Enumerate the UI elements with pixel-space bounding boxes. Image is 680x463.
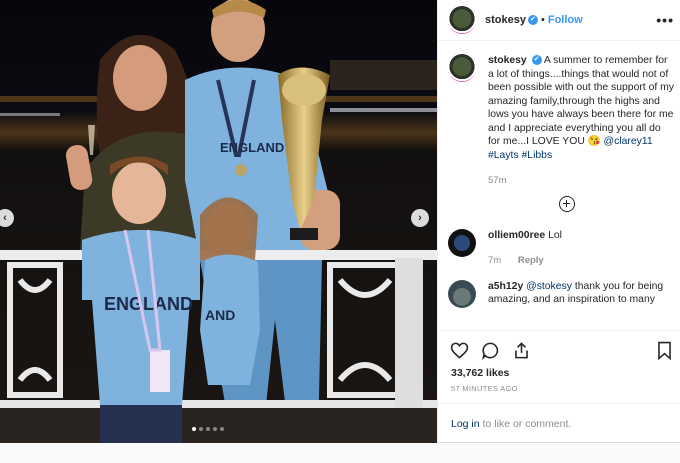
- post-actions: 33,762 likes 57 MINUTES AGO Log in to li…: [438, 330, 680, 443]
- caption-body: stokesy ✔ A summer to remember for a lot…: [488, 54, 674, 188]
- bookmark-icon[interactable]: [656, 341, 673, 360]
- login-prompt-text: to like or comment.: [482, 418, 572, 430]
- action-icons: [450, 341, 531, 360]
- share-icon[interactable]: [512, 341, 531, 360]
- login-link[interactable]: Log in: [451, 418, 480, 430]
- login-prompt: Log in to like or comment.: [438, 403, 680, 444]
- carousel-dot: [192, 427, 196, 431]
- instagram-post: ENGLAND ENGLAND AND ‹ › stokesy ✔ • Foll…: [0, 0, 680, 443]
- heart-icon[interactable]: [450, 341, 469, 360]
- carousel-dot: [199, 427, 203, 431]
- author-username[interactable]: stokesy: [485, 14, 526, 26]
- caption-timestamp: 57m: [488, 174, 674, 188]
- caption-hashtag-libbs[interactable]: #Libbs: [522, 150, 553, 161]
- caption-username[interactable]: stokesy: [488, 55, 527, 66]
- svg-text:ENGLAND: ENGLAND: [104, 294, 193, 314]
- caption-hashtag-layts[interactable]: #Layts: [488, 150, 519, 161]
- verified-badge-icon: ✔: [531, 55, 542, 66]
- follow-button[interactable]: Follow: [548, 14, 583, 26]
- carousel-indicator: [192, 427, 224, 431]
- photo-illustration: ENGLAND ENGLAND AND: [0, 0, 437, 443]
- comment-text: Lol: [548, 229, 562, 241]
- chevron-right-icon: ›: [418, 212, 422, 224]
- likes-count[interactable]: 33,762 likes: [451, 367, 509, 379]
- comment-username[interactable]: olliem00ree: [488, 230, 545, 241]
- carousel-dot: [220, 427, 224, 431]
- comment-time: 7m: [488, 255, 502, 266]
- reply-button[interactable]: Reply: [518, 255, 544, 266]
- comment-avatar[interactable]: [448, 228, 476, 257]
- comments-list: stokesy ✔ A summer to remember for a lot…: [448, 54, 674, 330]
- comment-username[interactable]: a5h12y: [488, 281, 523, 292]
- comment-icon[interactable]: [481, 341, 500, 360]
- carousel-dot: [206, 427, 210, 431]
- verified-badge-icon: ✔: [527, 15, 538, 25]
- chevron-left-icon: ‹: [3, 212, 7, 224]
- comment-item: a5h12y @stokesy thank you for being amaz…: [448, 279, 674, 308]
- comment-body: a5h12y @stokesy thank you for being amaz…: [488, 280, 674, 308]
- avatar[interactable]: [448, 6, 476, 34]
- comment-avatar[interactable]: [448, 279, 476, 308]
- caption-time-text: 57m: [488, 175, 507, 186]
- svg-text:AND: AND: [205, 307, 235, 323]
- comment-item: olliem00ree Lol 7m Reply: [448, 228, 674, 268]
- caption: stokesy ✔ A summer to remember for a lot…: [448, 54, 674, 188]
- post-sidebar: stokesy ✔ • Follow ••• stokesy ✔ A summe…: [437, 0, 680, 443]
- comment-mention[interactable]: @stokesy: [526, 281, 572, 292]
- comment-meta: 7m Reply: [488, 254, 562, 268]
- post-header: stokesy ✔ • Follow •••: [438, 0, 680, 41]
- next-photo-button[interactable]: ›: [411, 209, 429, 227]
- caption-mention[interactable]: @clarey11: [604, 136, 653, 147]
- post-photo[interactable]: ENGLAND ENGLAND AND ‹ ›: [0, 0, 437, 443]
- svg-text:ENGLAND: ENGLAND: [220, 140, 284, 155]
- more-options-icon[interactable]: •••: [656, 12, 674, 28]
- caption-avatar[interactable]: [448, 54, 476, 82]
- post-timestamp: 57 MINUTES AGO: [451, 384, 518, 393]
- plus-circle-icon[interactable]: [559, 195, 575, 212]
- caption-text: A summer to remember for a lot of things…: [488, 55, 674, 147]
- separator-dot: •: [540, 14, 545, 26]
- carousel-dot: [213, 427, 217, 431]
- comment-body: olliem00ree Lol 7m Reply: [488, 229, 562, 268]
